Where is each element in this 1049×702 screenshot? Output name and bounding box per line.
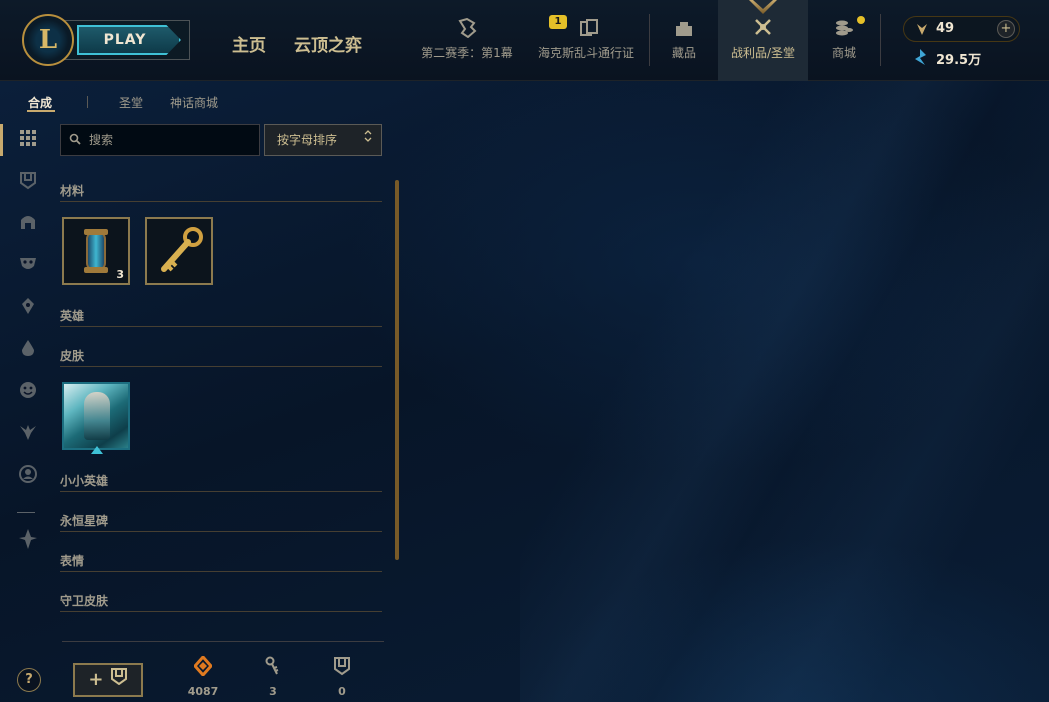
key-fragment-icon [253, 656, 293, 680]
sort-dropdown[interactable]: 按字母排序 [264, 124, 382, 156]
league-logo-icon[interactable]: L [22, 14, 74, 66]
icon-filter-icon[interactable] [17, 380, 39, 402]
tab-divider [87, 96, 88, 108]
search-box[interactable] [60, 124, 260, 156]
tab-active-underline [27, 110, 55, 112]
tab-mythic-shop[interactable]: 神话商城 [170, 94, 218, 111]
buy-rp-button[interactable]: + [997, 20, 1015, 38]
profile-filter-icon[interactable] [17, 464, 39, 486]
nav-season-label: 第二赛季：第1幕 [421, 46, 513, 60]
category-divider [60, 571, 382, 572]
category-divider [60, 366, 382, 367]
rp-balance[interactable]: 49 + [903, 16, 1020, 42]
search-input[interactable] [89, 133, 249, 147]
category-skins-title: 皮肤 [60, 349, 85, 363]
chest-count-icon [322, 656, 362, 680]
capsule-icon [84, 229, 108, 273]
season-icon [456, 17, 478, 39]
little-legend-filter-icon[interactable] [17, 422, 39, 444]
search-icon [69, 133, 83, 147]
nav-collection[interactable]: 藏品 [656, 0, 712, 81]
chest-count-stat: 0 [322, 656, 362, 698]
key-icon [155, 225, 207, 281]
orange-essence-stat: 4087 [183, 654, 223, 698]
emote-filter-icon[interactable] [17, 338, 39, 360]
add-chest-button[interactable]: + [73, 663, 143, 697]
collection-icon [673, 18, 695, 38]
all-items-grid-icon[interactable] [17, 129, 39, 151]
nav-divider [880, 14, 881, 66]
category-materials-title: 材料 [60, 184, 85, 198]
tab-sanctum[interactable]: 圣堂 [119, 94, 143, 111]
category-eternals-title: 永恒星碑 [60, 514, 109, 528]
pass-badge: 1 [549, 15, 567, 29]
category-divider [60, 491, 382, 492]
key-fragment-value: 3 [269, 685, 277, 698]
skin-filter-icon[interactable] [17, 254, 39, 276]
category-divider [60, 326, 382, 327]
pass-icon [578, 18, 600, 38]
category-divider [60, 611, 382, 612]
key-fragment-stat: 3 [253, 656, 293, 698]
chest-filter-icon[interactable] [17, 170, 39, 192]
nav-home[interactable]: 主页 [232, 31, 266, 56]
category-ward-skins-title: 守卫皮肤 [60, 594, 109, 608]
category-little-legends-title: 小小英雄 [60, 474, 109, 488]
chest-count-value: 0 [338, 685, 346, 698]
category-divider [60, 531, 382, 532]
nav-pass-label: 海克斯乱斗通行证 [537, 46, 634, 60]
tab-crafting[interactable]: 合成 [28, 94, 52, 111]
nav-loot-label: 战利品/圣堂 [730, 46, 796, 60]
nav-divider [649, 14, 650, 66]
champion-filter-icon[interactable] [17, 212, 39, 234]
rp-value: 49 [936, 21, 955, 36]
item-count: 3 [116, 268, 124, 281]
nav-store-label: 商城 [831, 46, 856, 60]
bottom-divider [62, 641, 384, 642]
help-button[interactable]: ? [17, 668, 41, 692]
play-button[interactable]: PLAY [62, 20, 190, 60]
sort-label: 按字母排序 [277, 133, 338, 147]
chest-icon [110, 665, 128, 695]
hextech-key-item[interactable] [145, 217, 213, 285]
rp-icon [914, 21, 930, 41]
category-emotes-title: 表情 [60, 554, 85, 568]
loot-scrollbar[interactable] [395, 180, 399, 560]
loot-icon [752, 18, 774, 38]
play-button-label[interactable]: PLAY [77, 25, 181, 55]
crafting-filter-icon[interactable] [17, 528, 39, 550]
nav-arena-pass[interactable]: 1 海克斯乱斗通行证 [530, 0, 642, 81]
hextech-capsule-item[interactable]: 3 [62, 217, 130, 285]
skin-shard-item[interactable] [62, 382, 130, 454]
store-icon [833, 18, 855, 38]
top-navigation-bar: PLAY L 主页 云顶之弈 第二赛季：第1幕 1 海克斯乱斗通行证 藏品 战利… [0, 0, 1049, 81]
nav-season[interactable]: 第二赛季：第1幕 [412, 0, 522, 81]
category-divider [60, 201, 382, 202]
background-streak [520, 81, 1049, 702]
nav-tft[interactable]: 云顶之弈 [294, 31, 362, 56]
nav-store[interactable]: 商城 [818, 0, 870, 81]
nav-collection-label: 藏品 [671, 46, 696, 60]
orange-essence-value: 4087 [187, 685, 219, 698]
rail-active-indicator [0, 124, 3, 156]
add-label: + [88, 669, 104, 690]
sort-chevron-icon [364, 125, 372, 155]
ward-filter-icon[interactable] [17, 296, 39, 318]
category-champions-title: 英雄 [60, 309, 85, 323]
skin-portrait [84, 392, 110, 440]
blue-essence-icon [912, 48, 928, 70]
store-notification-dot [857, 16, 865, 24]
orange-essence-icon [183, 654, 223, 680]
blue-essence-value: 29.5万 [936, 53, 982, 68]
rail-divider [17, 512, 35, 513]
